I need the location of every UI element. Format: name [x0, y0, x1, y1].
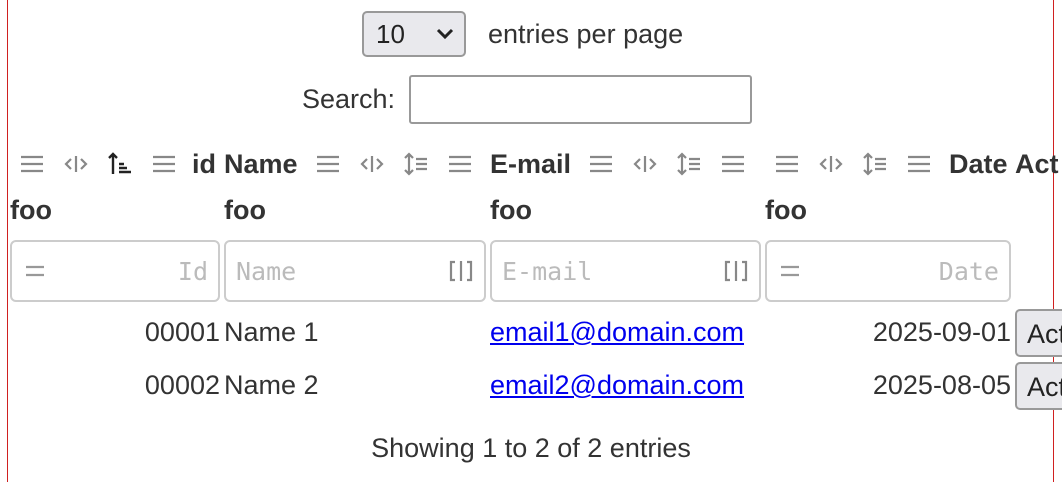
filter-name-field[interactable]: Name [224, 240, 486, 302]
column-header-id[interactable]: id [192, 149, 216, 180]
menu-icon[interactable] [579, 143, 623, 185]
column-header-email[interactable]: E-mail [490, 149, 571, 180]
search-input[interactable] [409, 75, 753, 124]
menu-icon[interactable] [306, 143, 350, 185]
filter-id-placeholder: Id [177, 256, 208, 286]
cell-id: 00001 [144, 317, 220, 347]
cell-id: 00002 [144, 370, 220, 400]
resize-icon[interactable] [448, 258, 474, 284]
columns-icon[interactable] [809, 143, 853, 185]
search-control: Search: [302, 75, 753, 124]
entries-per-page-select[interactable]: 10 [362, 11, 466, 57]
entries-per-page-value: 10 [376, 18, 405, 49]
menu-icon[interactable] [897, 143, 941, 185]
cell-email: email1@domain.com [490, 317, 744, 348]
table-info: Showing 1 to 2 of 2 entries [371, 433, 691, 463]
column-subtitle-id: foo [10, 195, 52, 225]
cell-name: Name 2 [224, 370, 319, 400]
header-action: Act [1015, 143, 1059, 185]
sort-icon[interactable] [667, 143, 711, 185]
filter-date-field[interactable]: Date [765, 240, 1011, 302]
cell-date: 2025-08-05 [872, 370, 1011, 400]
equals-icon[interactable] [777, 258, 803, 284]
action-button[interactable]: Act [1015, 362, 1062, 410]
entries-per-page-label: entries per page [488, 18, 684, 49]
column-header-name[interactable]: Name [224, 149, 298, 180]
columns-icon[interactable] [54, 143, 98, 185]
column-header-action[interactable]: Act [1015, 149, 1059, 180]
column-subtitle-date: foo [765, 195, 807, 225]
header-date: Date [765, 143, 1008, 185]
email-link[interactable]: email1@domain.com [490, 317, 744, 347]
cell-name: Name 1 [224, 317, 319, 347]
menu-icon[interactable] [711, 143, 755, 185]
header-name: Name [224, 143, 482, 185]
filter-date-placeholder: Date [938, 256, 999, 286]
column-header-date[interactable]: Date [949, 149, 1008, 180]
menu-icon[interactable] [438, 143, 482, 185]
length-control: 10 entries per page [362, 11, 683, 57]
columns-icon[interactable] [350, 143, 394, 185]
filter-id-field[interactable]: Id [10, 240, 220, 302]
cell-date: 2025-09-01 [872, 317, 1011, 347]
frame-border-left [7, 0, 8, 482]
cell-email: email2@domain.com [490, 370, 744, 401]
menu-icon[interactable] [765, 143, 809, 185]
header-email: E-mail [490, 143, 755, 185]
action-button[interactable]: Act [1015, 309, 1062, 357]
equals-icon[interactable] [22, 258, 48, 284]
filter-name-placeholder: Name [236, 256, 297, 286]
filter-email-field[interactable]: E-mail [490, 240, 761, 302]
resize-icon[interactable] [723, 258, 749, 284]
sort-icon[interactable] [853, 143, 897, 185]
header-id: id [10, 143, 216, 185]
column-subtitle-email: foo [490, 195, 532, 225]
column-subtitle-name: foo [224, 195, 266, 225]
search-label: Search: [302, 84, 396, 114]
sort-ascending-icon[interactable] [98, 143, 142, 185]
menu-icon[interactable] [10, 143, 54, 185]
sort-icon[interactable] [394, 143, 438, 185]
filter-email-placeholder: E-mail [502, 256, 593, 286]
menu-icon[interactable] [142, 143, 186, 185]
chevron-down-icon [436, 28, 454, 40]
columns-icon[interactable] [623, 143, 667, 185]
email-link[interactable]: email2@domain.com [490, 370, 744, 400]
